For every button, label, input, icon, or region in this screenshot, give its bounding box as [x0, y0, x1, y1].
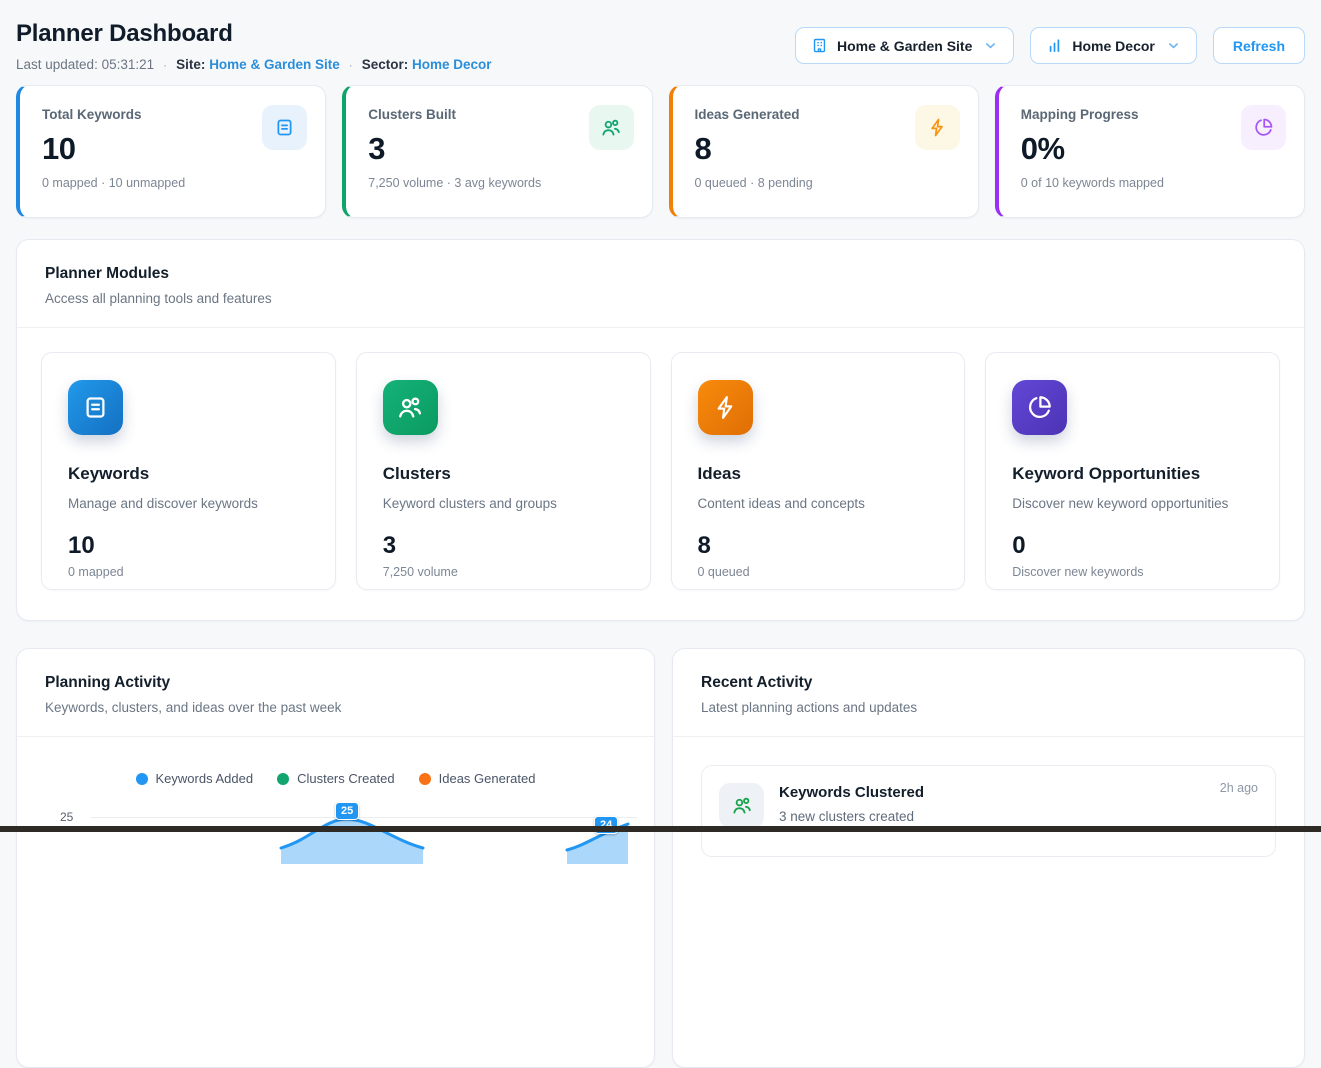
chevron-down-icon — [983, 38, 998, 53]
page-title: Planner Dashboard — [16, 20, 492, 48]
site-link[interactable]: Home & Garden Site — [209, 57, 340, 72]
refresh-button[interactable]: Refresh — [1213, 27, 1305, 64]
header-actions: Home & Garden Site Home Decor Refresh — [795, 27, 1305, 64]
module-description: Discover new keyword opportunities — [1012, 496, 1253, 511]
divider — [673, 736, 1304, 737]
module-card-keywords[interactable]: Keywords Manage and discover keywords 10… — [41, 352, 336, 590]
module-description: Keyword clusters and groups — [383, 496, 624, 511]
module-sub: Discover new keywords — [1012, 565, 1253, 579]
legend-item-clusters-created[interactable]: Clusters Created — [277, 771, 395, 786]
legend-dot-orange — [419, 773, 431, 785]
section-subtitle: Latest planning actions and updates — [701, 700, 1276, 715]
users-icon — [589, 105, 634, 150]
sector-selector-dropdown[interactable]: Home Decor — [1030, 27, 1196, 64]
bar-chart-icon — [1046, 37, 1063, 54]
module-sub: 7,250 volume — [383, 565, 624, 579]
users-icon — [719, 783, 764, 828]
header-left: Planner Dashboard Last updated: 05:31:21… — [16, 20, 492, 72]
activity-item-body: Keywords Clustered 2h ago 3 new clusters… — [779, 781, 1258, 841]
page-header: Planner Dashboard Last updated: 05:31:21… — [16, 20, 1305, 72]
legend-label: Ideas Generated — [439, 771, 536, 786]
planner-dashboard-page: Planner Dashboard Last updated: 05:31:21… — [0, 0, 1321, 832]
modules-section-header: Planner Modules Access all planning tool… — [17, 240, 1304, 327]
module-sub: 0 queued — [698, 565, 939, 579]
stat-card-total-keywords[interactable]: Total Keywords 10 0 mapped · 10 unmapped — [16, 85, 326, 218]
divider — [17, 736, 654, 737]
module-value: 10 — [68, 532, 309, 560]
pie-chart-icon — [1241, 105, 1286, 150]
bottom-edge-bar — [0, 826, 1321, 832]
planner-modules-section: Planner Modules Access all planning tool… — [16, 239, 1305, 621]
section-title: Recent Activity — [701, 674, 1276, 692]
bottom-row: Planning Activity Keywords, clusters, an… — [16, 648, 1305, 1068]
activity-title: Keywords Clustered — [779, 784, 924, 801]
site-selector-dropdown[interactable]: Home & Garden Site — [795, 27, 1014, 64]
module-description: Content ideas and concepts — [698, 496, 939, 511]
module-card-clusters[interactable]: Clusters Keyword clusters and groups 3 7… — [356, 352, 651, 590]
planning-activity-card: Planning Activity Keywords, clusters, an… — [16, 648, 655, 1068]
chart-legend: Keywords Added Clusters Created Ideas Ge… — [17, 771, 654, 786]
module-sub: 0 mapped — [68, 565, 309, 579]
chevron-down-icon — [1166, 38, 1181, 53]
module-title: Ideas — [698, 464, 939, 484]
separator-dot: · — [163, 58, 167, 72]
module-title: Clusters — [383, 464, 624, 484]
site-text: Site: Home & Garden Site — [176, 57, 340, 72]
module-value: 0 — [1012, 532, 1253, 560]
module-value: 3 — [383, 532, 624, 560]
stat-sub: 7,250 volume · 3 avg keywords — [368, 176, 631, 190]
stat-sub: 0 mapped · 10 unmapped — [42, 176, 305, 190]
activity-item-keywords-clustered[interactable]: Keywords Clustered 2h ago 3 new clusters… — [701, 765, 1276, 857]
recent-activity-header: Recent Activity Latest planning actions … — [673, 649, 1304, 736]
stat-sub: 0 of 10 keywords mapped — [1021, 176, 1284, 190]
activity-description: 3 new clusters created — [779, 809, 1258, 824]
lightning-icon — [698, 380, 753, 435]
planning-activity-header: Planning Activity Keywords, clusters, an… — [17, 649, 654, 736]
module-card-ideas[interactable]: Ideas Content ideas and concepts 8 0 que… — [671, 352, 966, 590]
section-subtitle: Access all planning tools and features — [45, 291, 1276, 306]
page-subtitle: Last updated: 05:31:21 · Site: Home & Ga… — [16, 57, 492, 72]
stat-card-ideas-generated[interactable]: Ideas Generated 8 0 queued · 8 pending — [669, 85, 979, 218]
section-subtitle: Keywords, clusters, and ideas over the p… — [45, 700, 626, 715]
sector-selector-label: Home Decor — [1072, 38, 1154, 54]
users-icon — [383, 380, 438, 435]
separator-dot: · — [349, 58, 353, 72]
section-title: Planner Modules — [45, 265, 1276, 283]
data-label-badge: 25 — [335, 802, 359, 820]
module-title: Keywords — [68, 464, 309, 484]
modules-grid: Keywords Manage and discover keywords 10… — [17, 328, 1304, 620]
legend-label: Clusters Created — [297, 771, 395, 786]
lightning-icon — [915, 105, 960, 150]
sector-link[interactable]: Home Decor — [412, 57, 492, 72]
stat-card-mapping-progress[interactable]: Mapping Progress 0% 0 of 10 keywords map… — [995, 85, 1305, 218]
section-title: Planning Activity — [45, 674, 626, 692]
legend-item-keywords-added[interactable]: Keywords Added — [136, 771, 254, 786]
pie-chart-icon — [1012, 380, 1067, 435]
module-value: 8 — [698, 532, 939, 560]
module-title: Keyword Opportunities — [1012, 464, 1253, 484]
sector-text: Sector: Home Decor — [362, 57, 492, 72]
module-description: Manage and discover keywords — [68, 496, 309, 511]
document-icon — [262, 105, 307, 150]
legend-dot-blue — [136, 773, 148, 785]
activity-timestamp: 2h ago — [1220, 781, 1258, 795]
stats-row: Total Keywords 10 0 mapped · 10 unmapped… — [16, 85, 1305, 218]
stat-sub: 0 queued · 8 pending — [695, 176, 958, 190]
legend-item-ideas-generated[interactable]: Ideas Generated — [419, 771, 536, 786]
keywords-added-series — [91, 804, 641, 864]
module-card-keyword-opportunities[interactable]: Keyword Opportunities Discover new keywo… — [985, 352, 1280, 590]
y-axis-tick: 25 — [60, 810, 73, 824]
last-updated-text: Last updated: 05:31:21 — [16, 57, 154, 72]
recent-activity-card: Recent Activity Latest planning actions … — [672, 648, 1305, 1068]
legend-label: Keywords Added — [156, 771, 254, 786]
legend-dot-green — [277, 773, 289, 785]
stat-card-clusters-built[interactable]: Clusters Built 3 7,250 volume · 3 avg ke… — [342, 85, 652, 218]
site-selector-label: Home & Garden Site — [837, 38, 972, 54]
activity-area-chart[interactable]: 25 25 24 — [17, 804, 654, 924]
document-icon — [68, 380, 123, 435]
building-icon — [811, 37, 828, 54]
